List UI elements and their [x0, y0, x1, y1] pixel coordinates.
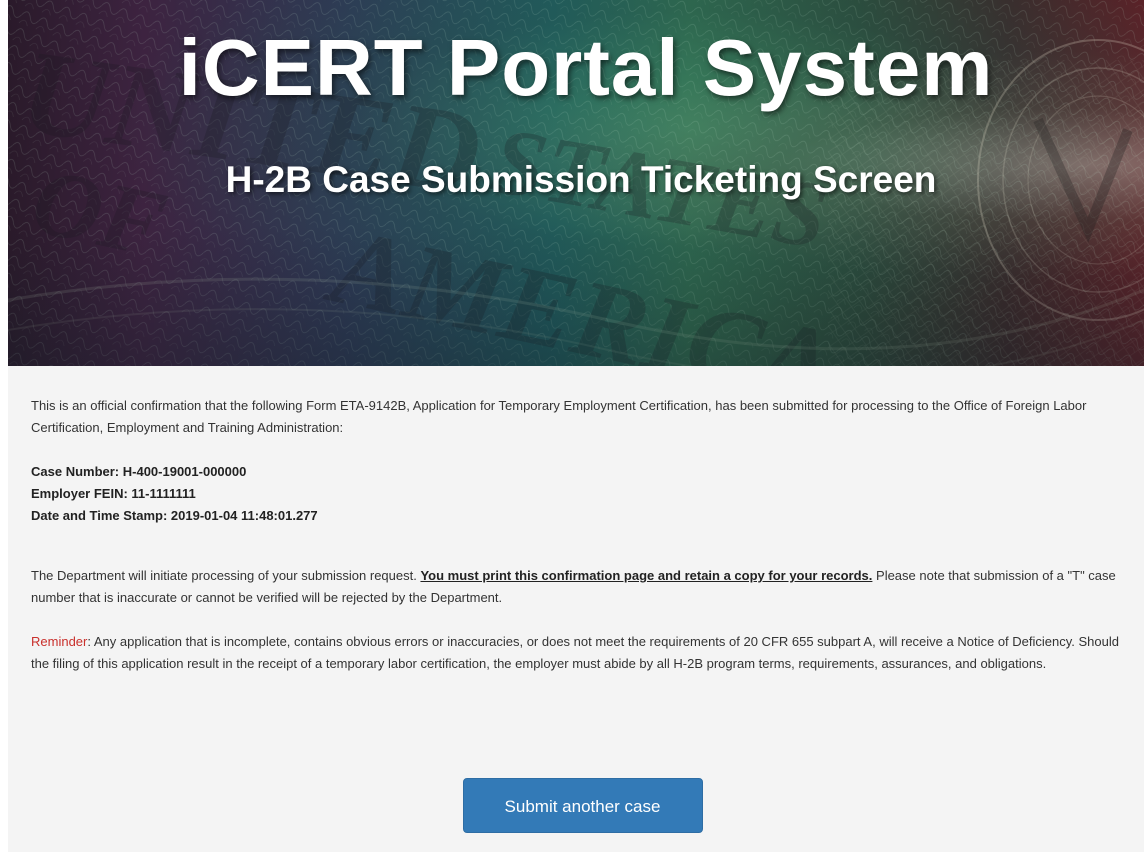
department-notice-text: The Department will initiate processing …: [31, 568, 421, 583]
confirmation-intro: This is an official confirmation that th…: [31, 398, 1087, 435]
portal-title: iCERT Portal System: [178, 23, 994, 112]
department-notice: The Department will initiate processing …: [31, 565, 1124, 609]
print-instruction: You must print this confirmation page an…: [420, 568, 873, 583]
confirmation-page: UNITED STATES OF AMERICA iCERT Portal Sy…: [0, 0, 1144, 852]
action-row: Submit another case: [8, 778, 1144, 833]
header-banner: UNITED STATES OF AMERICA iCERT Portal Sy…: [8, 0, 1144, 366]
case-number: Case Number: H-400-19001-000000: [31, 464, 247, 479]
page-subtitle: H-2B Case Submission Ticketing Screen: [225, 159, 937, 200]
submit-another-case-button[interactable]: Submit another case: [462, 778, 703, 833]
employer-fein: Employer FEIN: 11-1111111: [31, 486, 196, 501]
banner-shade: [8, 226, 1144, 366]
reminder-text: : Any application that is incomplete, co…: [31, 634, 1119, 671]
reminder-notice: Reminder: Any application that is incomp…: [31, 631, 1124, 675]
case-details: Case Number: H-400-19001-000000 Employer…: [31, 461, 1124, 527]
confirmation-content: This is an official confirmation that th…: [8, 366, 1144, 852]
date-time-stamp: Date and Time Stamp: 2019-01-04 11:48:01…: [31, 508, 318, 523]
reminder-label: Reminder: [31, 634, 88, 649]
